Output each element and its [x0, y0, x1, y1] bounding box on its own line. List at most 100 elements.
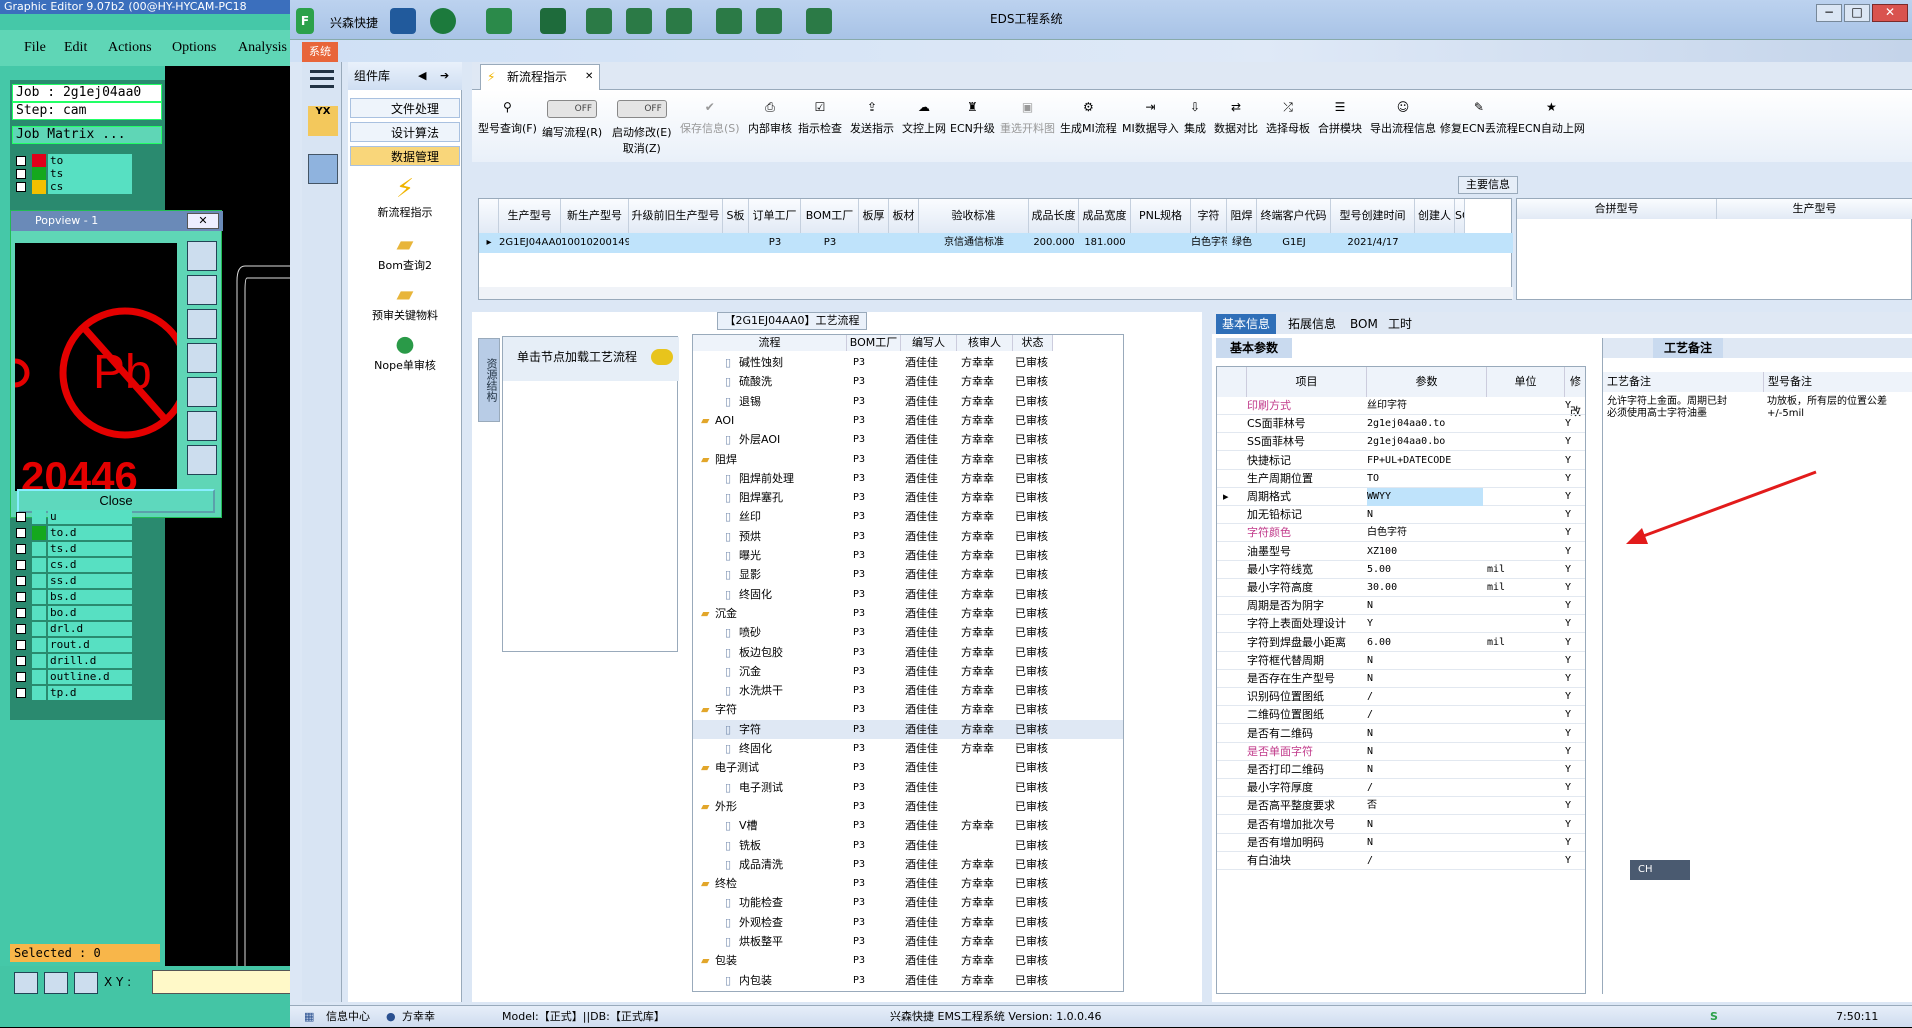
table-cell[interactable]: 京信通信标准 — [919, 233, 1029, 253]
layer-checkbox[interactable] — [16, 169, 26, 179]
param-value[interactable]: 否 — [1367, 797, 1483, 815]
param-value[interactable]: 2g1ej04aa0.to — [1367, 415, 1483, 433]
param-row[interactable]: 是否高平整度要求 否 Y — [1217, 797, 1585, 816]
list-icon[interactable] — [666, 8, 692, 34]
layer-row[interactable]: to — [14, 154, 132, 168]
layer-checkbox[interactable] — [16, 640, 26, 650]
param-value[interactable]: N — [1367, 834, 1483, 852]
resource-structure-tab[interactable]: 资源结构 — [478, 338, 500, 422]
param-value[interactable]: N — [1367, 652, 1483, 670]
toolbar-button-17[interactable]: ✎ 修复ECN丢流程 — [1440, 100, 1518, 136]
layer-checkbox[interactable] — [16, 512, 26, 522]
layer-row[interactable]: to.d — [14, 526, 132, 540]
tree-row[interactable]: ▯ 电子测试 P3 酒佳佳 已审核 — [693, 778, 1123, 797]
column-header[interactable]: 终端客户代码 — [1257, 199, 1331, 233]
toolbar-button-4[interactable]: ⎙ 内部审核 — [748, 100, 792, 136]
toolbar-button-11[interactable]: ⇥ MI数据导入 — [1122, 100, 1179, 136]
param-value[interactable]: 6.00 — [1367, 634, 1483, 652]
layer-checkbox[interactable] — [16, 544, 26, 554]
column-header[interactable]: 成品长度 — [1029, 199, 1079, 233]
popview-tool-4[interactable] — [187, 343, 217, 373]
toolbar-button-2[interactable]: OFF 启动修改(E) 取消(Z) — [612, 100, 672, 156]
param-row[interactable]: 是否有增加批次号 N Y — [1217, 816, 1585, 834]
param-row[interactable]: 油墨型号 XZ100 Y — [1217, 543, 1585, 561]
comp-design-algorithm[interactable]: 设计算法 — [350, 122, 460, 142]
comp-data-management[interactable]: 数据管理 — [350, 146, 460, 166]
table-cell[interactable]: 绿色 — [1227, 233, 1257, 253]
grid-icon[interactable] — [74, 972, 98, 994]
param-value[interactable]: N — [1367, 761, 1483, 779]
maximize-icon[interactable]: □ — [1844, 4, 1870, 22]
user-icon[interactable] — [716, 8, 742, 34]
tab-extended-info[interactable]: 拓展信息 — [1282, 314, 1342, 334]
param-value[interactable]: 白色字符 — [1367, 524, 1483, 542]
param-value[interactable]: N — [1367, 597, 1483, 615]
new-process-item[interactable]: ⚡ 新流程指示 — [348, 174, 462, 220]
tree-row[interactable]: ▯ 内包装 P3 酒佳佳 方幸幸 已审核 — [693, 971, 1123, 990]
ime-indicator[interactable]: CH — [1630, 860, 1690, 880]
param-row[interactable]: ▸ 周期格式 WWYY Y — [1217, 488, 1585, 506]
arrow-left-icon[interactable]: ◀ — [418, 62, 426, 90]
nope-review-item[interactable]: ● Nope单审核 — [348, 332, 462, 373]
layer-checkbox[interactable] — [16, 182, 26, 192]
table-cell[interactable]: 181.000 — [1079, 233, 1131, 253]
column-header[interactable]: 订单工厂 — [749, 199, 801, 233]
column-header[interactable]: 板材 — [889, 199, 919, 233]
layer-checkbox[interactable] — [16, 672, 26, 682]
toolbar-button-15[interactable]: ☰ 合拼模块 — [1318, 100, 1362, 136]
toolbar-button-16[interactable]: ☺ 导出流程信息 — [1370, 100, 1436, 136]
column-header[interactable]: 字符 — [1191, 199, 1227, 233]
column-header[interactable]: PNL规格 — [1131, 199, 1191, 233]
param-row[interactable]: SS面菲林号 2g1ej04aa0.bo Y — [1217, 433, 1585, 452]
tree-row[interactable]: ▯ 终固化 P3 酒佳佳 方幸幸 已审核 — [693, 585, 1123, 604]
toolbar-button-12[interactable]: ⇩ 集成 — [1184, 100, 1206, 136]
param-row[interactable]: CS面菲林号 2g1ej04aa0.to Y — [1217, 415, 1585, 434]
toggle-switch[interactable]: OFF — [547, 100, 598, 118]
param-row[interactable]: 最小字符高度 30.00 mil Y — [1217, 579, 1585, 597]
table-cell[interactable] — [629, 233, 723, 253]
layer-row[interactable]: drl.d — [14, 622, 132, 636]
param-value[interactable]: XZ100 — [1367, 543, 1483, 561]
model-note[interactable]: 功放板，所有层的位置公差+/-5mil — [1767, 396, 1912, 420]
tree-row[interactable]: ▯ 碱性蚀刻 P3 酒佳佳 方幸幸 已审核 — [693, 353, 1123, 372]
layer-checkbox[interactable] — [16, 688, 26, 698]
toolbar-button-14[interactable]: ⤮ 选择母板 — [1266, 100, 1310, 136]
param-row[interactable]: 快捷标记 FP+UL+DATECODE Y — [1217, 452, 1585, 470]
yx-icon[interactable]: YX — [308, 106, 338, 136]
menu-analysis[interactable]: Analysis — [238, 40, 287, 56]
tree-row[interactable]: ▰ 外形 P3 酒佳佳 已审核 — [693, 797, 1123, 816]
tree-row[interactable]: ▯ 硫酸洗 P3 酒佳佳 方幸幸 已审核 — [693, 372, 1123, 391]
table-icon[interactable] — [486, 8, 512, 34]
popview-tool-1[interactable] — [187, 241, 217, 271]
tree-row[interactable]: ▯ 外观检查 P3 酒佳佳 方幸幸 已审核 — [693, 913, 1123, 932]
scissors-icon[interactable] — [540, 8, 566, 34]
toolbar-button-1[interactable]: OFF 编写流程(R) — [542, 100, 602, 140]
toolbar-button-5[interactable]: ☑ 指示检查 — [798, 100, 842, 136]
layer-row[interactable]: tp.d — [14, 686, 132, 700]
param-row[interactable]: 字符到焊盘最小距离 6.00 mil Y — [1217, 634, 1585, 652]
close-icon[interactable]: ✕ — [585, 65, 593, 89]
tree-row[interactable]: ▯ 铣板 P3 酒佳佳 已审核 — [693, 836, 1123, 855]
column-header[interactable]: 成品宽度 — [1079, 199, 1131, 233]
monitor-icon[interactable] — [806, 8, 832, 34]
tree-row[interactable]: ▯ 显影 P3 酒佳佳 方幸幸 已审核 — [693, 565, 1123, 584]
param-value[interactable]: N — [1367, 816, 1483, 834]
column-header[interactable]: BOM工厂 — [801, 199, 859, 233]
tool-icon-1[interactable] — [14, 972, 38, 994]
table-cell[interactable] — [723, 233, 749, 253]
tool-icon-2[interactable] — [44, 972, 68, 994]
search-icon[interactable] — [390, 8, 416, 34]
table-cell[interactable] — [1131, 233, 1191, 253]
column-header[interactable]: SO — [1455, 199, 1465, 233]
param-row[interactable]: 是否有增加明码 N Y — [1217, 834, 1585, 852]
param-value[interactable]: / — [1367, 852, 1483, 870]
param-row[interactable]: 周期是否为阴字 N Y — [1217, 597, 1585, 616]
table-cell[interactable]: 2021/4/17 — [1331, 233, 1415, 253]
tree-row[interactable]: ▯ 水洗烘干 P3 酒佳佳 方幸幸 已审核 — [693, 681, 1123, 700]
layer-checkbox[interactable] — [16, 592, 26, 602]
param-value[interactable]: 5.00 — [1367, 561, 1483, 579]
tree-row[interactable]: ▯ 终固化 P3 酒佳佳 方幸幸 已审核 — [693, 739, 1123, 758]
tree-row[interactable]: ▰ 终检 P3 酒佳佳 方幸幸 已审核 — [693, 874, 1123, 893]
layer-checkbox[interactable] — [16, 528, 26, 538]
param-value[interactable]: N — [1367, 725, 1483, 743]
